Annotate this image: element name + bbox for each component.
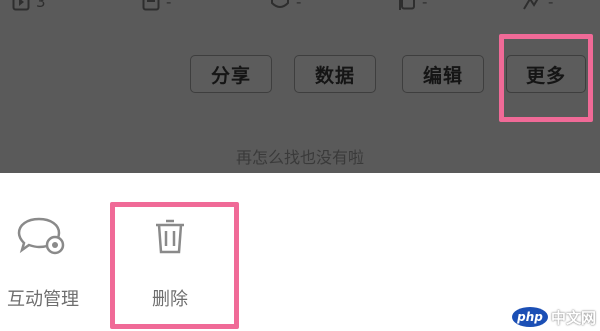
watermark: php 中文网 xyxy=(511,305,596,329)
stat-copies: - xyxy=(398,0,427,12)
end-of-list-text: 再怎么找也没有啦 xyxy=(235,148,364,167)
watermark-text: 中文网 xyxy=(550,308,596,327)
play-icon xyxy=(12,0,30,11)
interaction-management-item[interactable]: 互动管理 xyxy=(0,215,86,311)
chat-gear-icon xyxy=(17,217,65,255)
stat-value: - xyxy=(548,0,554,11)
stat-likes: - xyxy=(522,0,553,12)
interaction-management-label: 互动管理 xyxy=(7,289,79,310)
stats-row: 3 - - - - xyxy=(0,0,600,16)
delete-label: 删除 xyxy=(152,289,188,310)
stat-value: 3 xyxy=(36,0,46,11)
action-sheet: 互动管理 删除 php 中文网 xyxy=(0,173,600,331)
dimmed-background: 3 - - - - 分享 数据 编辑 更多 再怎么找也没有啦 xyxy=(0,0,600,173)
stat-shares: - xyxy=(270,0,301,12)
share-button[interactable]: 分享 xyxy=(190,55,272,93)
stat-value: - xyxy=(296,0,302,11)
more-button[interactable]: 更多 xyxy=(506,55,586,93)
trash-icon xyxy=(156,219,184,254)
stat-value: - xyxy=(166,0,172,11)
stat-value: - xyxy=(422,0,428,11)
delete-item[interactable]: 删除 xyxy=(130,219,210,311)
like-icon xyxy=(523,0,539,10)
stat-plays: 3 xyxy=(12,0,46,12)
copy-icon xyxy=(399,0,415,10)
comment-icon xyxy=(142,0,160,11)
edit-button[interactable]: 编辑 xyxy=(402,55,484,93)
php-logo: php xyxy=(511,307,548,327)
data-button[interactable]: 数据 xyxy=(294,55,376,93)
stat-comments: - xyxy=(142,0,171,12)
shield-icon xyxy=(271,0,289,8)
